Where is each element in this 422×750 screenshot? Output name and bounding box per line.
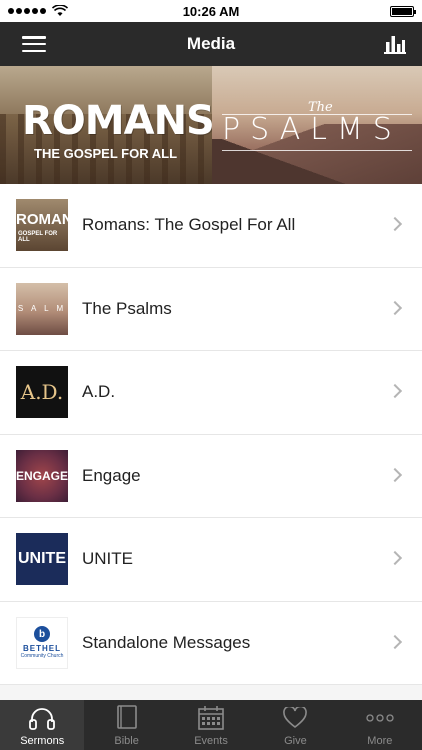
series-thumbnail: UNITE [16,533,68,586]
list-item-label: A.D. [82,382,116,402]
tab-label: More [367,735,393,747]
list-item-label: The Psalms [82,298,172,318]
status-bar: 10:26 AM [0,0,422,22]
church-logo-icon: b [34,626,50,643]
list-item[interactable]: b BETHEL Community Church Standalone Mes… [0,601,422,685]
list-item-label: Engage [82,465,141,485]
chevron-right-icon [387,634,403,649]
banner-romans-subtitle: THE GOSPEL FOR ALL [34,146,178,161]
list-item-label: Standalone Messages [82,632,251,652]
tab-label: Sermons [20,735,65,747]
tab-bible[interactable]: Bible [84,700,168,750]
status-time: 10:26 AM [182,3,240,19]
more-icon [365,704,395,732]
tab-bar: Sermons Bible Events Give More [0,700,422,750]
list-item[interactable]: ROMAN GOSPEL FOR ALL Romans: The Gospel … [0,184,422,268]
list-item[interactable]: ENGAGE Engage [0,434,422,518]
chevron-right-icon [387,551,403,566]
tab-events[interactable]: Events [169,700,253,750]
chevron-right-icon [387,467,403,482]
banner-romans[interactable]: ROMANS THE GOSPEL FOR ALL [0,66,212,184]
tab-more[interactable]: More [338,700,422,750]
tab-label: Give [284,735,307,747]
tab-give[interactable]: Give [253,700,337,750]
list-item[interactable]: UNITE UNITE [0,518,422,602]
series-list: ROMAN GOSPEL FOR ALL Romans: The Gospel … [0,184,422,685]
heart-icon [280,704,310,732]
banner-psalms-title: PSALMS [222,112,402,147]
calendar-icon [196,704,226,732]
banner-psalms[interactable]: The PSALMS [212,66,422,184]
bar-chart-icon[interactable] [384,34,406,54]
book-icon [112,704,142,732]
battery-icon [390,5,416,17]
list-item[interactable]: S A L M The Psalms [0,267,422,351]
series-thumbnail: A.D. [16,366,68,419]
headphones-icon [27,704,57,732]
featured-banner: ROMANS THE GOSPEL FOR ALL The PSALMS [0,66,422,184]
tab-label: Events [194,735,228,747]
series-thumbnail: b BETHEL Community Church [16,616,68,669]
list-item-label: UNITE [82,549,133,569]
series-thumbnail: ROMAN GOSPEL FOR ALL [16,199,68,252]
chevron-right-icon [387,300,403,315]
page-title: Media [186,34,236,53]
tab-sermons[interactable]: Sermons [0,700,85,750]
list-item[interactable]: A.D. A.D. [0,351,422,435]
series-thumbnail: ENGAGE [16,449,68,502]
tab-label: Bible [114,735,139,747]
chevron-right-icon [387,384,403,399]
list-item-label: Romans: The Gospel For All [82,215,296,235]
chevron-right-icon [387,217,403,232]
series-thumbnail: S A L M [16,282,68,335]
hamburger-menu-button[interactable] [22,36,46,52]
banner-romans-title: ROMANS [22,98,212,144]
navigation-bar: Media [0,22,422,66]
